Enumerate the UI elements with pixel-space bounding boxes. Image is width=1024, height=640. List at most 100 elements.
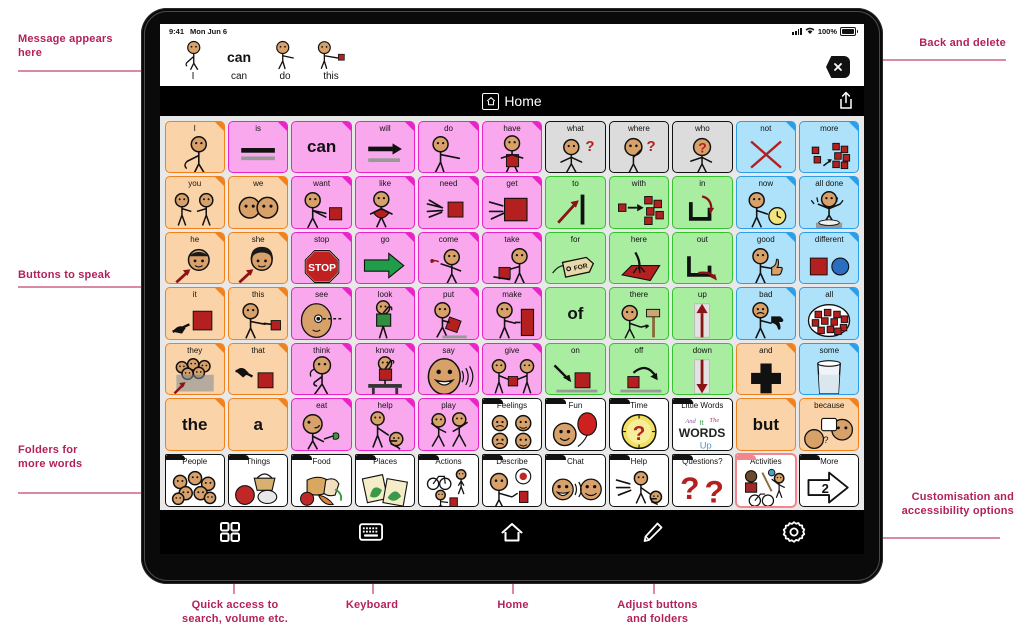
symbol-button-need[interactable]: need xyxy=(418,176,479,229)
symbol-button-they[interactable]: they xyxy=(164,342,225,396)
symbol-button-what[interactable]: what? xyxy=(545,120,606,174)
symbol-button-help[interactable]: help xyxy=(354,398,416,451)
settings-button[interactable] xyxy=(723,520,864,544)
symbol-button-we[interactable]: we xyxy=(227,176,289,229)
symbol-button-that[interactable]: that xyxy=(227,342,289,396)
symbol-person-helping-icon xyxy=(356,411,414,450)
symbol-button-come[interactable]: come xyxy=(418,231,479,285)
grid-row: the a eat help play Feelings Fun Time? Little Wo… xyxy=(163,397,861,453)
corner-flag xyxy=(341,288,351,298)
symbol-button-with[interactable]: with xyxy=(608,176,670,229)
nav-title[interactable]: Home xyxy=(482,92,542,110)
symbol-button-look[interactable]: look xyxy=(354,287,416,340)
message-word[interactable]: this xyxy=(308,40,354,83)
symbol-button-on[interactable]: on xyxy=(545,342,606,396)
symbol-button-all[interactable]: all xyxy=(799,287,860,340)
symbol-button-there[interactable]: there xyxy=(608,287,670,340)
symbol-button-out[interactable]: out xyxy=(672,231,733,285)
symbol-button-different[interactable]: different xyxy=(799,231,860,285)
folder-button-time[interactable]: Time? xyxy=(608,398,670,451)
symbol-button-for[interactable]: for FOR xyxy=(545,231,606,285)
symbol-button-she[interactable]: she xyxy=(227,231,289,285)
symbol-button-see[interactable]: see xyxy=(291,287,352,340)
home-button[interactable] xyxy=(442,520,583,544)
symbol-button-but[interactable]: but xyxy=(735,398,797,451)
message-bar[interactable]: 9:41 Mon Jun 6 100% I can can do this xyxy=(160,24,864,86)
symbol-button-want[interactable]: want xyxy=(291,176,352,229)
symbol-button-is[interactable]: is xyxy=(227,120,289,174)
folder-button-actions[interactable]: Actions xyxy=(418,453,479,507)
share-icon[interactable] xyxy=(838,91,854,110)
symbol-button-go[interactable]: go xyxy=(354,231,416,285)
symbol-button-in[interactable]: in xyxy=(672,176,733,229)
symbol-button-who[interactable]: who? xyxy=(672,120,733,174)
symbol-button-bad[interactable]: bad xyxy=(735,287,797,340)
folder-button-describe[interactable]: Describe xyxy=(481,453,543,507)
symbol-button-good[interactable]: good xyxy=(735,231,797,285)
symbol-button-more[interactable]: more xyxy=(799,120,860,174)
symbol-thumbs-up-person-icon xyxy=(737,245,795,284)
symbol-button-not[interactable]: not xyxy=(735,120,797,174)
symbol-button-i[interactable]: I xyxy=(164,120,225,174)
symbol-button-to[interactable]: to xyxy=(545,176,606,229)
keyboard-button[interactable] xyxy=(301,520,442,544)
symbol-button-where[interactable]: where? xyxy=(608,120,670,174)
symbol-button-take[interactable]: take xyxy=(481,231,543,285)
symbol-button-all-done[interactable]: all done xyxy=(799,176,860,229)
corner-flag xyxy=(214,232,224,242)
symbol-button-down[interactable]: down xyxy=(672,342,733,396)
folder-button-places[interactable]: Places xyxy=(354,453,416,507)
symbol-button-of[interactable]: of xyxy=(545,287,606,340)
button-label: with xyxy=(631,179,647,189)
symbol-button-up[interactable]: up xyxy=(672,287,733,340)
symbol-button-do[interactable]: do xyxy=(418,120,479,174)
symbol-button-eat[interactable]: eat xyxy=(291,398,352,451)
symbol-button-can[interactable]: can xyxy=(291,120,352,174)
annotation-home: Home xyxy=(497,599,529,611)
symbol-button-here[interactable]: here xyxy=(608,231,670,285)
folder-button-questions[interactable]: Questions??? xyxy=(672,453,733,507)
symbol-button-a[interactable]: a xyxy=(227,398,289,451)
symbol-hand-point-block-icon xyxy=(166,300,224,339)
corner-flag xyxy=(278,399,288,409)
symbol-button-some[interactable]: some xyxy=(799,342,860,396)
folder-button-more[interactable]: More 2 xyxy=(799,453,860,507)
message-word[interactable]: do xyxy=(262,40,308,83)
symbol-button-say[interactable]: say xyxy=(418,342,479,396)
symbol-button-you[interactable]: you xyxy=(164,176,225,229)
symbol-button-because[interactable]: because? xyxy=(799,398,860,451)
symbol-button-off[interactable]: off xyxy=(608,342,670,396)
symbol-button-know[interactable]: know xyxy=(354,342,416,396)
symbol-button-have[interactable]: have xyxy=(481,120,543,174)
folder-button-things[interactable]: Things xyxy=(227,453,289,507)
symbol-button-it[interactable]: it xyxy=(164,287,225,340)
symbol-button-give[interactable]: give xyxy=(481,342,543,396)
symbol-button-he[interactable]: he xyxy=(164,231,225,285)
folder-button-chat[interactable]: Chat xyxy=(545,453,606,507)
symbol-button-put[interactable]: put xyxy=(418,287,479,340)
symbol-button-play[interactable]: play xyxy=(418,398,479,451)
folder-button-activities[interactable]: Activities xyxy=(735,453,797,507)
folder-button-help[interactable]: Help xyxy=(608,453,670,507)
button-label: different xyxy=(814,234,844,244)
symbol-button-get[interactable]: get xyxy=(481,176,543,229)
folder-button-fun[interactable]: Fun xyxy=(545,398,606,451)
quick-access-button[interactable] xyxy=(160,520,301,544)
folder-button-people[interactable]: People xyxy=(164,453,225,507)
message-word[interactable]: can can xyxy=(216,44,262,83)
symbol-button-think[interactable]: think xyxy=(291,342,352,396)
symbol-button-this[interactable]: this xyxy=(227,287,289,340)
symbol-button-make[interactable]: make xyxy=(481,287,543,340)
message-word[interactable]: I xyxy=(170,40,216,83)
symbol-button-and[interactable]: and xyxy=(735,342,797,396)
symbol-button-now[interactable]: now xyxy=(735,176,797,229)
folder-button-food[interactable]: Food xyxy=(291,453,352,507)
symbol-button-stop[interactable]: stop STOP xyxy=(291,231,352,285)
folder-button-little-words[interactable]: Little Words And It The WORDS Up xyxy=(672,398,733,451)
symbol-person-thinking-icon xyxy=(292,355,350,395)
symbol-button-the[interactable]: the xyxy=(164,398,225,451)
symbol-button-like[interactable]: like xyxy=(354,176,416,229)
edit-button[interactable] xyxy=(582,520,723,544)
symbol-button-will[interactable]: will xyxy=(354,120,416,174)
folder-button-feelings[interactable]: Feelings xyxy=(481,398,543,451)
